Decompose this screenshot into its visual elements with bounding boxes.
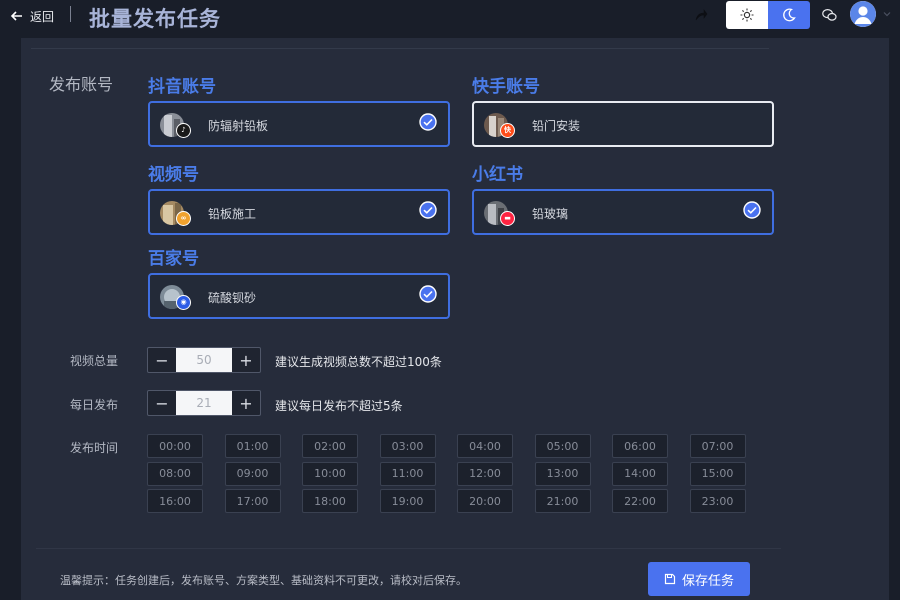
decrement-button[interactable]: − [148,391,176,415]
account-card-xiaohongshu[interactable]: ▬ 铅玻璃 [472,189,774,235]
share-icon[interactable] [694,8,708,22]
page-title: 批量发布任务 [89,7,221,31]
account-name: 硫酸钡砂 [208,291,257,305]
video-total-stepper: − 50 + [147,347,261,373]
user-avatar[interactable] [850,1,876,27]
divider [36,548,781,549]
time-slot[interactable]: 04:00 [457,434,513,458]
daily-publish-hint: 建议每日发布不超过5条 [275,399,403,413]
time-slot[interactable]: 11:00 [379,461,436,486]
platform-title-kuaishou: 快手账号 [472,77,540,97]
xiaohongshu-icon: ▬ [500,211,515,226]
time-slot[interactable]: 09:00 [224,461,281,486]
time-slot[interactable]: 21:00 [534,489,591,513]
account-name: 铅门安装 [532,119,581,133]
sun-icon [740,8,754,22]
divider [31,48,769,49]
shipinhao-icon: ∞ [176,211,191,226]
footer-tip: 温馨提示：任务创建后，发布账号、方案类型、基础资料不可更改，请校对后保存。 [60,574,467,587]
account-card-kuaishou[interactable]: 快 铅门安装 [472,101,774,147]
back-button[interactable]: 返回 [10,7,54,25]
time-slot[interactable]: 02:00 [302,434,358,458]
time-slot[interactable]: 07:00 [689,434,746,458]
moon-icon [783,8,796,22]
account-card-shipinhao[interactable]: ∞ 铅板施工 [148,189,450,235]
check-circle-icon [743,201,761,219]
dark-mode-button[interactable] [768,1,810,29]
check-circle-icon [419,113,437,131]
douyin-icon: ♪ [176,123,191,138]
save-icon [664,573,676,585]
check-circle-icon [419,285,437,303]
publish-time-label: 发布时间 [70,441,119,455]
time-slot[interactable]: 16:00 [147,489,203,513]
light-mode-button[interactable] [726,1,768,29]
back-label: 返回 [30,9,55,24]
platform-title-douyin: 抖音账号 [148,77,216,97]
daily-publish-label: 每日发布 [70,398,119,412]
time-slot[interactable]: 12:00 [457,461,513,486]
main-panel: 发布账号 抖音账号 ♪ 防辐射铅板 快手账号 快 铅门安装 视频号 ∞ 铅板施工 [21,38,889,600]
account-name: 铅玻璃 [532,207,569,221]
time-slot[interactable]: 00:00 [147,434,203,458]
time-slot[interactable]: 08:00 [147,461,203,486]
time-slot[interactable]: 01:00 [224,434,281,458]
account-name: 铅板施工 [208,207,257,221]
increment-button[interactable]: + [232,348,260,372]
accounts-label: 发布账号 [49,75,114,94]
theme-toggle [726,1,810,29]
time-slot[interactable]: 17:00 [224,489,281,513]
time-slot[interactable]: 15:00 [689,461,746,486]
time-slot[interactable]: 22:00 [612,489,668,513]
wechat-icon[interactable] [822,8,837,22]
top-bar: 返回 批量发布任务 [0,0,900,38]
time-slot[interactable]: 10:00 [302,461,358,486]
arrow-left-icon [10,11,22,21]
save-task-label: 保存任务 [681,573,734,589]
daily-publish-stepper: − 21 + [147,390,261,416]
chevron-down-icon[interactable] [883,10,891,18]
kuaishou-icon: 快 [500,123,515,138]
time-slot[interactable]: 23:00 [689,489,746,513]
platform-title-shipinhao: 视频号 [148,165,199,185]
video-total-hint: 建议生成视频总数不超过100条 [275,355,442,369]
time-slot[interactable]: 20:00 [457,489,513,513]
user-icon [850,1,876,27]
account-name: 防辐射铅板 [208,119,269,133]
check-circle-icon [419,201,437,219]
time-slot[interactable]: 18:00 [302,489,358,513]
time-slot[interactable]: 14:00 [612,461,668,486]
decrement-button[interactable]: − [148,348,176,372]
video-total-label: 视频总量 [70,354,119,368]
baijiahao-icon: ◉ [176,295,191,310]
increment-button[interactable]: + [232,391,260,415]
time-slot[interactable]: 13:00 [534,461,591,486]
video-total-input[interactable]: 50 [176,348,232,372]
time-slot[interactable]: 03:00 [379,434,436,458]
time-slot[interactable]: 05:00 [534,434,591,458]
divider [70,6,71,22]
account-card-douyin[interactable]: ♪ 防辐射铅板 [148,101,450,147]
time-slot[interactable]: 06:00 [612,434,668,458]
save-task-button[interactable]: 保存任务 [648,562,750,596]
platform-title-xiaohongshu: 小红书 [472,165,523,185]
account-card-baijiahao[interactable]: ◉ 硫酸钡砂 [148,273,450,319]
platform-title-baijiahao: 百家号 [148,249,199,269]
time-slot[interactable]: 19:00 [379,489,436,513]
daily-publish-input[interactable]: 21 [176,391,232,415]
